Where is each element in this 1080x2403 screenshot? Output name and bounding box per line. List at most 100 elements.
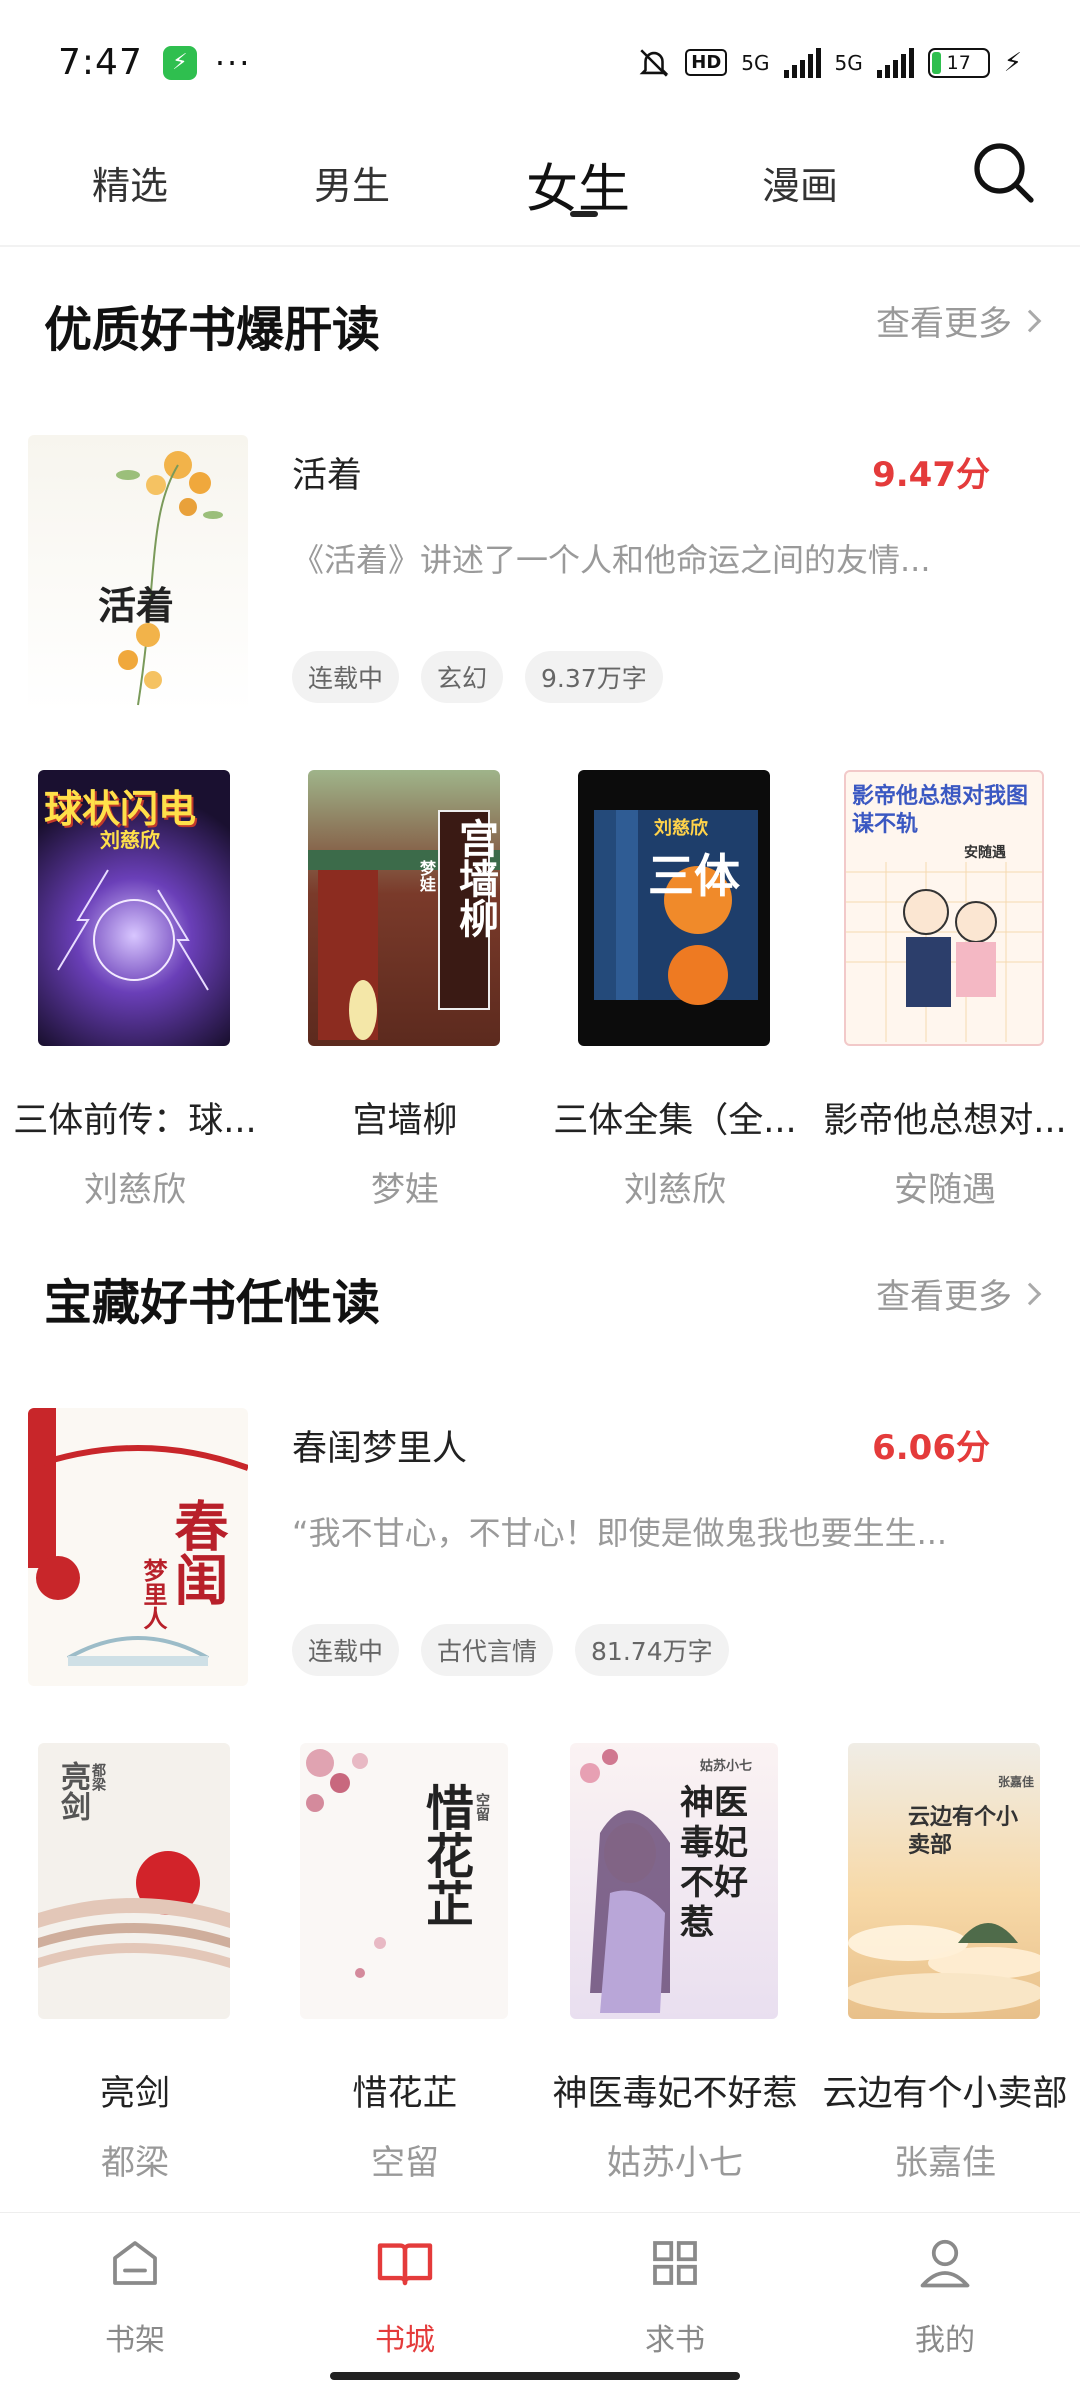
status-time: 7:47	[58, 42, 143, 83]
featured-book[interactable]: 春闺 梦里人 春闺梦里人 6.06分 “我不甘心，不甘心！即使是做鬼我也要生生.…	[0, 1408, 1080, 1688]
see-more-link[interactable]: 查看更多	[876, 296, 1042, 345]
nav-request-book[interactable]: 求书	[605, 2233, 745, 2359]
book-author: 空留	[371, 2143, 439, 2183]
home-indicator[interactable]	[330, 2372, 740, 2380]
cover-title: 宫墙柳	[452, 818, 499, 938]
tag-genre: 古代言情	[421, 1624, 554, 1676]
section-title: 宝藏好书任性读	[44, 1275, 381, 1331]
cover-title: 云边有个小卖部	[908, 1804, 1019, 1858]
three-body-illustration	[594, 810, 758, 1005]
status-indicators: HD 5G 5G 17 ⚡	[637, 46, 1022, 80]
chevron-right-icon	[1018, 1282, 1042, 1305]
open-book-icon	[377, 2243, 433, 2286]
section-title: 优质好书爆肝读	[44, 302, 381, 358]
book-cover[interactable]: 宫墙柳 梦娃	[308, 770, 500, 1046]
active-tab-indicator	[570, 211, 598, 217]
book-cover[interactable]: 亮剑 都梁	[38, 1743, 230, 2019]
featured-tags: 连载中 玄幻 9.37万字	[292, 651, 663, 703]
tab-comics[interactable]: 漫画	[762, 155, 838, 210]
hd-badge: HD	[685, 49, 728, 76]
battery-level: 17	[946, 51, 971, 74]
book-row: 亮剑 都梁 亮剑 都梁 惜花芷 空留 惜花芷 空留 神医毒妃不好惹 姑苏小七 神…	[0, 1743, 1080, 2183]
cover-title: 惜花芷	[417, 1783, 473, 1927]
featured-tags: 连载中 古代言情 81.74万字	[292, 1624, 729, 1676]
book-cover[interactable]: 影帝他总想对我图谋不轨 安随遇	[844, 770, 1044, 1046]
featured-title: 春闺梦里人	[292, 1429, 468, 1469]
more-notifications-icon: ···	[214, 43, 252, 82]
tab-selected[interactable]: 精选	[92, 155, 168, 210]
cover-author: 张嘉佳	[998, 1775, 1035, 1789]
book-cover[interactable]: 春闺 梦里人	[28, 1408, 248, 1686]
nav-label: 我的	[915, 2323, 975, 2358]
featured-score: 9.47分	[872, 455, 990, 495]
book-cover[interactable]: 惜花芷 空留	[300, 1743, 508, 2019]
featured-description: 《活着》讲述了一个人和他命运之间的友情...	[292, 541, 931, 579]
book-author: 张嘉佳	[894, 2143, 996, 2183]
book-title: 三体前传：球...	[13, 1101, 257, 1141]
book-cover[interactable]: 活着	[28, 435, 248, 713]
tag-wordcount: 9.37万字	[525, 651, 663, 703]
nav-label: 求书	[645, 2323, 705, 2358]
see-more-link[interactable]: 查看更多	[876, 1269, 1042, 1318]
see-more-label: 查看更多	[876, 1277, 1012, 1317]
book-title: 影帝他总想对...	[823, 1101, 1067, 1141]
battery-icon: 17	[927, 47, 990, 78]
nav-label: 书架	[105, 2323, 165, 2358]
divider	[0, 245, 1080, 247]
nav-bookshelf[interactable]: 书架	[65, 2233, 205, 2359]
status-bar: 7:47 ⚡ ··· HD 5G 5G 17 ⚡	[0, 0, 1080, 125]
signal-icon-2	[876, 47, 914, 78]
chevron-right-icon	[1018, 309, 1042, 332]
book-title: 三体全集（全...	[553, 1101, 797, 1141]
book-cover[interactable]: 球状闪电 刘慈欣	[38, 770, 230, 1046]
cover-title: 活着	[98, 583, 175, 628]
cover-author: 都梁	[90, 1763, 106, 1791]
book-title: 惜花芷	[352, 2074, 458, 2114]
cover-author: 刘慈欣	[100, 828, 160, 852]
cover-title: 神医毒妃不好惹	[680, 1783, 748, 1943]
person-icon	[920, 2239, 970, 2288]
tag-genre: 玄幻	[421, 651, 504, 703]
tab-male[interactable]: 男生	[314, 155, 390, 210]
grid-icon	[653, 2241, 697, 2285]
search-icon[interactable]	[968, 137, 1040, 209]
signal-icon	[783, 47, 821, 78]
nav-label: 书城	[375, 2323, 435, 2358]
category-tabs: 精选 男生 女生 漫画	[0, 125, 1080, 245]
book-row: 球状闪电 刘慈欣 三体前传：球... 刘慈欣 宫墙柳 梦娃 宫墙柳 梦娃 三体 …	[0, 770, 1080, 1210]
featured-book[interactable]: 活着 活着 9.47分 《活着》讲述了一个人和他命运之间的友情... 连载中 玄…	[0, 435, 1080, 715]
section-quality-books: 优质好书爆肝读 查看更多 活着 活着 9.47分 《活着》讲述了一个人和他命运之…	[0, 280, 1080, 1210]
cover-author: 梦娃	[417, 860, 436, 892]
cover-title: 三体	[648, 849, 740, 903]
book-title: 宫墙柳	[352, 1101, 458, 1141]
book-cover[interactable]: 三体 刘慈欣	[578, 770, 770, 1046]
tag-status: 连载中	[292, 1624, 400, 1676]
nav-profile[interactable]: 我的	[875, 2233, 1015, 2359]
tag-status: 连载中	[292, 651, 400, 703]
bookshelf-icon	[113, 2241, 157, 2285]
book-author: 都梁	[101, 2143, 169, 2183]
cover-title: 影帝他总想对我图谋不轨	[852, 783, 1029, 837]
book-author: 安随遇	[894, 1170, 996, 1210]
featured-score: 6.06分	[872, 1428, 990, 1468]
mute-bell-icon	[639, 48, 669, 77]
nav-bookstore[interactable]: 书城	[335, 2233, 475, 2359]
charging-app-icon: ⚡	[162, 45, 197, 80]
book-title: 云边有个小卖部	[822, 2074, 1068, 2114]
featured-description: “我不甘心，不甘心！即使是做鬼我也要生生...	[292, 1514, 948, 1552]
network-label-1: 5G	[741, 50, 770, 75]
book-author: 梦娃	[371, 1170, 439, 1210]
see-more-label: 查看更多	[876, 304, 1012, 344]
cover-subtitle: 梦里人	[139, 1558, 168, 1630]
cover-author: 安随遇	[964, 845, 1006, 861]
featured-title: 活着	[292, 456, 363, 496]
book-cover[interactable]: 神医毒妃不好惹 姑苏小七	[570, 1743, 778, 2019]
cover-author: 刘慈欣	[654, 818, 708, 839]
cover-author: 空留	[474, 1793, 490, 1821]
book-author: 刘慈欣	[84, 1170, 186, 1210]
flower-illustration	[116, 451, 223, 706]
section-treasure-books: 宝藏好书任性读 查看更多 春闺 梦里人 春闺梦里人 6.06分 “我不甘心，不甘…	[0, 1253, 1080, 2183]
book-author: 姑苏小七	[607, 2143, 743, 2183]
book-author: 刘慈欣	[624, 1170, 726, 1210]
book-cover[interactable]: 云边有个小卖部 张嘉佳	[848, 1743, 1040, 2019]
